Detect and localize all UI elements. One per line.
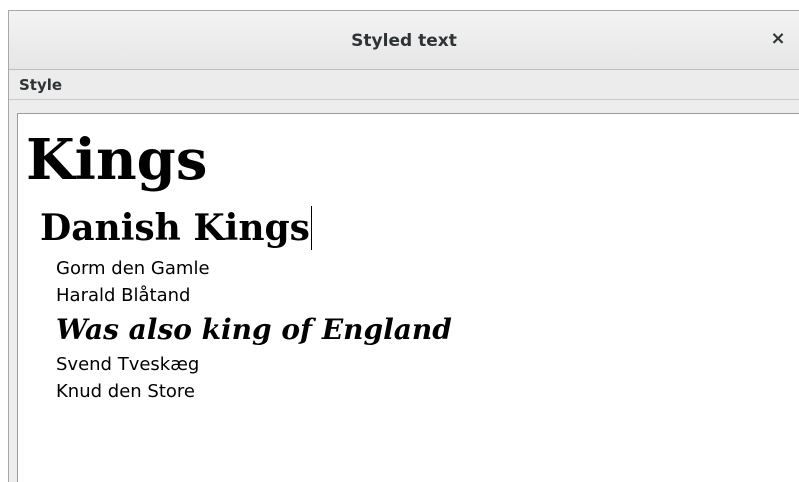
heading-danish-kings: Danish Kings [40, 206, 312, 250]
text-editor[interactable]: Kings Danish Kings Gorm den Gamle Harald… [17, 113, 799, 482]
text-line-svend: Svend Tveskæg [56, 354, 200, 375]
close-icon[interactable]: × [767, 27, 789, 51]
text-line-knud: Knud den Store [56, 381, 195, 402]
styled-text-window: Styled text × Style Kings Danish Kings G… [8, 10, 799, 482]
title-bar[interactable]: Styled text × [9, 11, 799, 70]
text-cursor [310, 206, 312, 250]
window-title: Styled text [351, 31, 457, 51]
text-line-harald: Harald Blåtand [56, 285, 191, 306]
heading-danish-kings-text: Danish Kings [40, 207, 310, 249]
menu-item-style[interactable]: Style [19, 76, 62, 94]
text-line-gorm: Gorm den Gamle [56, 258, 210, 279]
heading-kings: Kings [26, 127, 208, 193]
text-line-emphasis: Was also king of England [56, 313, 452, 346]
menu-bar: Style [9, 70, 799, 100]
